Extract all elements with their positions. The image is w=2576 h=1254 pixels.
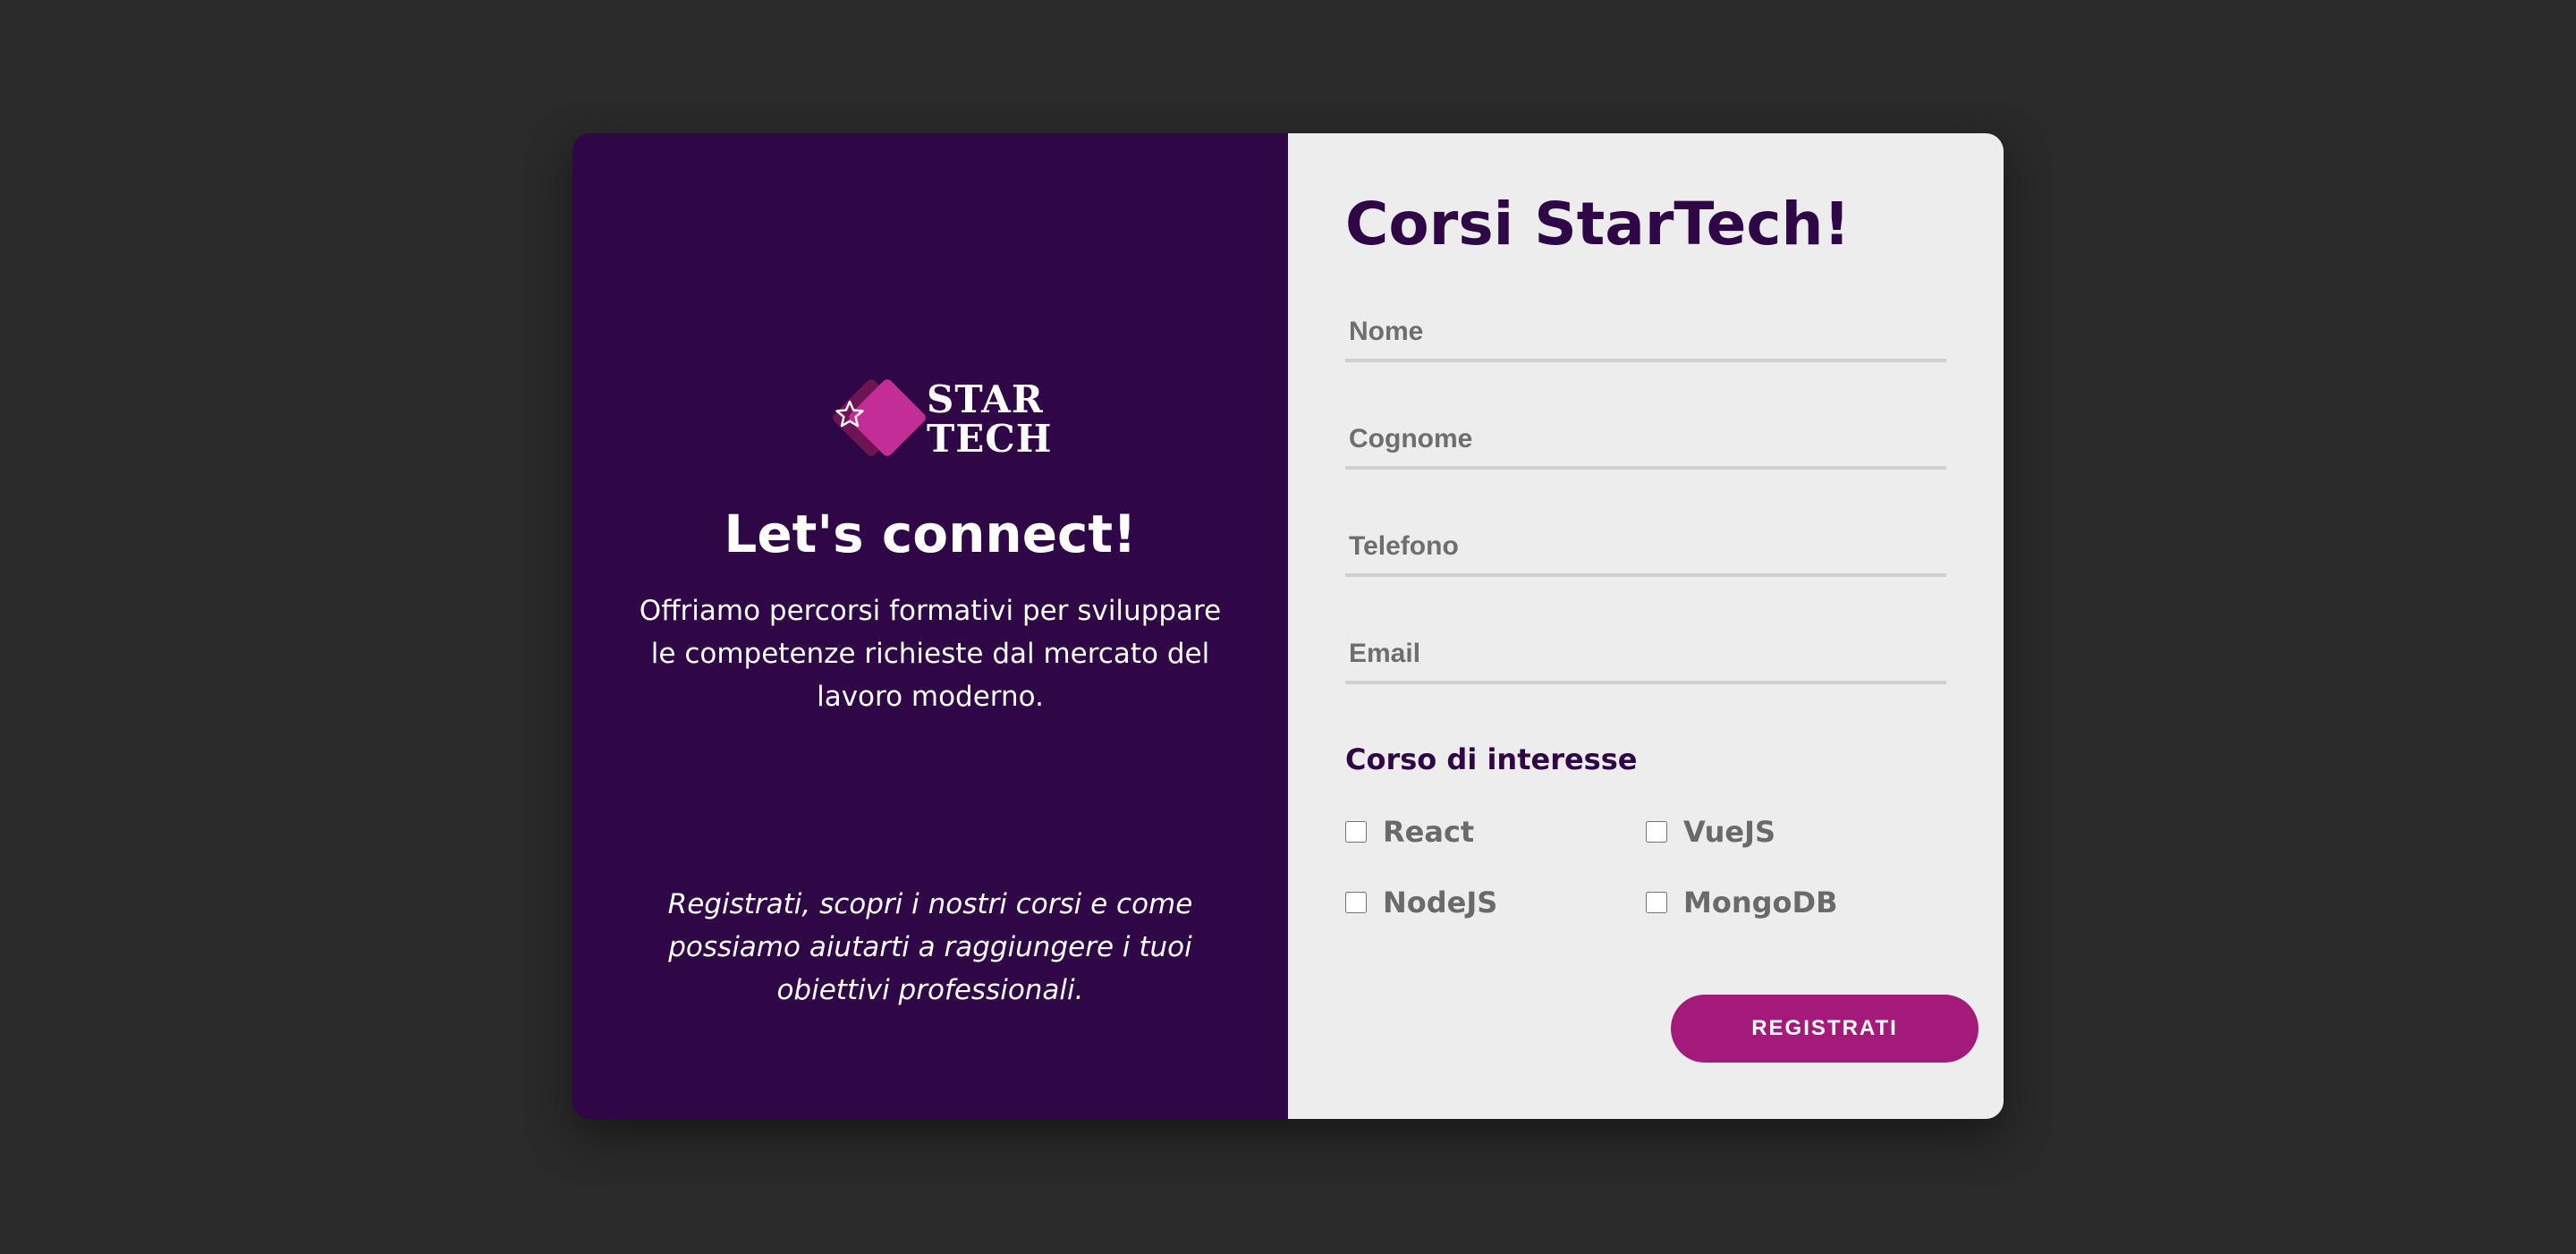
brand-logo: STAR TECH: [823, 368, 1051, 475]
logo-line-tech: TECH: [927, 417, 1053, 461]
course-option-label: NodeJS: [1383, 885, 1498, 919]
course-option-mongodb[interactable]: MongoDB: [1646, 883, 1837, 922]
intro-cta: Registrati, scopri i nostri corsi e come…: [667, 888, 1193, 1006]
intro-panel: STAR TECH Let's connect! Offriamo percor…: [572, 133, 1288, 1119]
signup-card: STAR TECH Let's connect! Offriamo percor…: [572, 133, 2004, 1119]
logo-wordmark: STAR TECH: [927, 380, 1052, 459]
mongodb-checkbox[interactable]: [1646, 892, 1667, 913]
nodejs-checkbox[interactable]: [1345, 892, 1367, 913]
telefono-input[interactable]: [1345, 520, 1946, 577]
course-option-vuejs[interactable]: VueJS: [1646, 812, 1775, 852]
logo-line-star: STAR: [927, 377, 1044, 421]
intro-description: Offriamo percorsi formativi per sviluppa…: [639, 595, 1222, 713]
course-option-nodejs[interactable]: NodeJS: [1345, 883, 1497, 922]
cognome-input[interactable]: [1345, 412, 1946, 470]
register-button[interactable]: REGISTRATI: [1671, 995, 1979, 1063]
star-diamond-icon: [833, 379, 926, 456]
courses-label: Corso di interesse: [1345, 742, 1638, 776]
course-option-label: VueJS: [1683, 815, 1776, 849]
nome-input[interactable]: [1345, 305, 1946, 362]
react-checkbox[interactable]: [1345, 821, 1367, 843]
form-panel: Corsi StarTech! Corso di interesse React…: [1288, 133, 2004, 1119]
course-option-react[interactable]: React: [1345, 812, 1474, 852]
course-option-label: React: [1383, 815, 1475, 849]
vuejs-checkbox[interactable]: [1646, 821, 1667, 843]
email-input[interactable]: [1345, 627, 1946, 684]
intro-title: Let's connect!: [724, 504, 1137, 564]
course-option-label: MongoDB: [1683, 885, 1838, 919]
form-title: Corsi StarTech!: [1345, 190, 1851, 258]
